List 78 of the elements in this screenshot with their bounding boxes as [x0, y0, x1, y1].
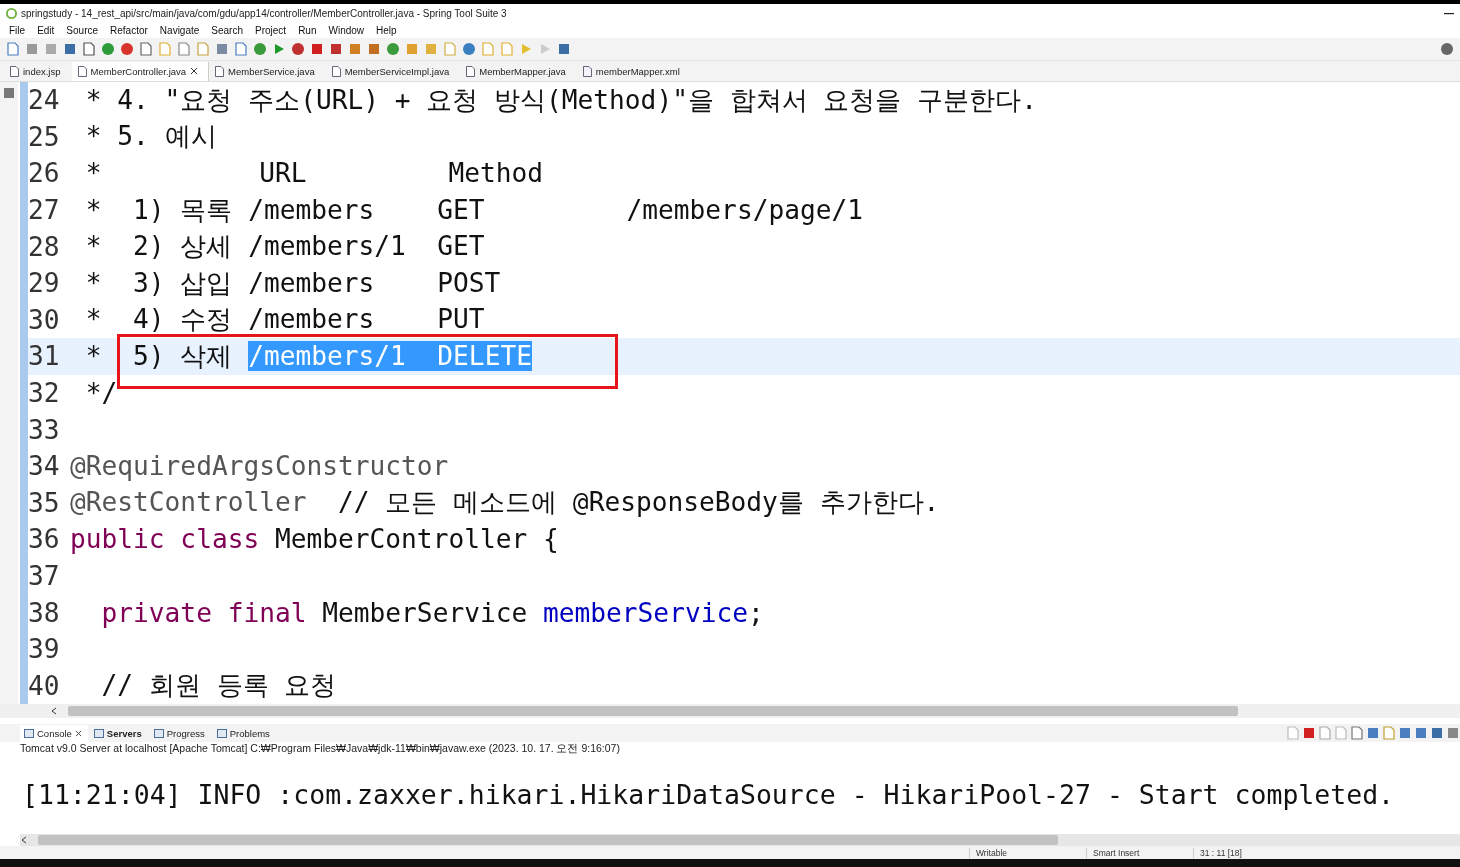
editor-tab[interactable]: MemberController.java: [71, 61, 210, 81]
java-file-icon: [331, 65, 341, 77]
scrollbar-thumb[interactable]: [38, 835, 1058, 845]
status-text: Smart Insert: [1086, 847, 1193, 858]
view-icon: [24, 728, 34, 738]
line-number: 27: [28, 195, 61, 226]
menu-item[interactable]: Run: [293, 24, 322, 36]
view-icon: [216, 728, 227, 738]
close-icon[interactable]: [74, 729, 82, 737]
view-icon: [153, 728, 164, 738]
scroll-left-icon[interactable]: [50, 707, 58, 715]
menu-item[interactable]: Refactor: [105, 24, 153, 36]
editor-tab[interactable]: memberMapper.xml: [576, 61, 691, 81]
editor-tab[interactable]: MemberServiceImpl.java: [325, 61, 461, 81]
code-line: * URL Method: [84, 158, 543, 189]
menu-item[interactable]: Help: [371, 24, 402, 36]
stop-icon[interactable]: [1302, 726, 1316, 740]
code-line: private final MemberService memberService;: [100, 597, 764, 628]
code-line: */: [84, 378, 118, 409]
panel-tab[interactable]: Progress: [149, 724, 211, 742]
line-number: 37: [28, 561, 61, 591]
line-number: 24: [28, 85, 61, 116]
line-number: 30: [28, 304, 61, 335]
menu-item[interactable]: Source: [61, 24, 104, 36]
code-line: * 4. "요청 주소(URL) + 요청 방식(Method)"을 합쳐서 요청을 구분한다.: [84, 83, 1037, 117]
code-line: @RequiredArgsConstructor: [70, 451, 449, 482]
panel-tab[interactable]: Servers: [89, 724, 148, 742]
menu-item[interactable]: Edit: [32, 24, 60, 36]
window-title: springstudy - 14_rest_api/src/main/java/com/gdu/app14/controller/MemberController.java - Spring Tool Suite 3: [21, 7, 508, 19]
menu-item[interactable]: Search: [206, 24, 248, 36]
run-icon[interactable]: [272, 42, 286, 56]
editor-tab[interactable]: MemberMapper.java: [460, 61, 577, 81]
view-icon: [93, 728, 104, 738]
xml-file-icon: [582, 65, 592, 77]
circle-icon[interactable]: [386, 42, 400, 56]
code-line: * 2) 상세 /members/1 GET: [84, 230, 485, 264]
menu-item[interactable]: File: [4, 24, 31, 36]
scrollbar-thumb[interactable]: [68, 706, 1238, 716]
close-icon[interactable]: [190, 67, 199, 75]
java-file-icon: [77, 65, 87, 77]
line-number: 38: [28, 597, 61, 628]
line-number: 34: [28, 451, 61, 482]
console-line: [11:21:04] INFO :com.zaxxer.hikari.HikariDataSource - HikariPool-27 - Start completed.: [22, 778, 1396, 810]
editor-tab[interactable]: index.jsp: [4, 61, 72, 81]
line-number: 40: [28, 670, 61, 701]
line-number: 32: [28, 378, 61, 409]
line-number: 39: [28, 634, 61, 665]
panel-tab[interactable]: Console: [20, 724, 88, 742]
app-logo-icon: [6, 7, 17, 19]
line-number: 28: [28, 231, 61, 262]
status-text: 31 : 11 [18]: [1193, 847, 1280, 858]
code-line: // 회원 등록 요청: [100, 669, 337, 703]
code-line: * 5. 예시: [84, 120, 217, 154]
line-number: 33: [28, 414, 61, 445]
code-line: * 1) 목록 /members GET /members/page/1: [84, 193, 863, 227]
java-file-icon: [466, 65, 476, 77]
line-number: 35: [28, 487, 61, 518]
java-file-icon: [215, 65, 225, 77]
menu-item[interactable]: Navigate: [154, 24, 205, 36]
line-number: 31: [28, 341, 61, 372]
code-line: * 4) 수정 /members PUT: [84, 303, 485, 337]
new-file-icon[interactable]: [6, 42, 20, 56]
panel-tab[interactable]: Problems: [212, 724, 276, 742]
menu-item[interactable]: Window: [323, 24, 370, 36]
stop-icon[interactable]: [310, 42, 324, 56]
menu-item[interactable]: Project: [250, 24, 292, 36]
line-number: 25: [28, 121, 61, 152]
code-line: @RestController // 모든 메소드에 @ResponseBody를 추가한다.: [70, 486, 940, 520]
code-line: public class MemberController {: [70, 524, 559, 555]
console-process-label: Tomcat v9.0 Server at localhost [Apache Tomcat] C:₩Program Files₩Java₩jdk-11₩bin₩javaw.exe (2023. 10. 17. 오전 9:16:07): [19, 742, 621, 754]
jsp-file-icon: [10, 65, 19, 77]
line-number: 26: [28, 158, 61, 189]
line-number: 29: [28, 268, 61, 299]
status-text: Writable: [969, 847, 1086, 858]
line-number: 36: [28, 524, 61, 555]
editor-tab[interactable]: MemberService.java: [209, 61, 326, 81]
scroll-left-icon[interactable]: [20, 836, 28, 844]
code-line: * 3) 삽입 /members POST: [84, 266, 501, 300]
